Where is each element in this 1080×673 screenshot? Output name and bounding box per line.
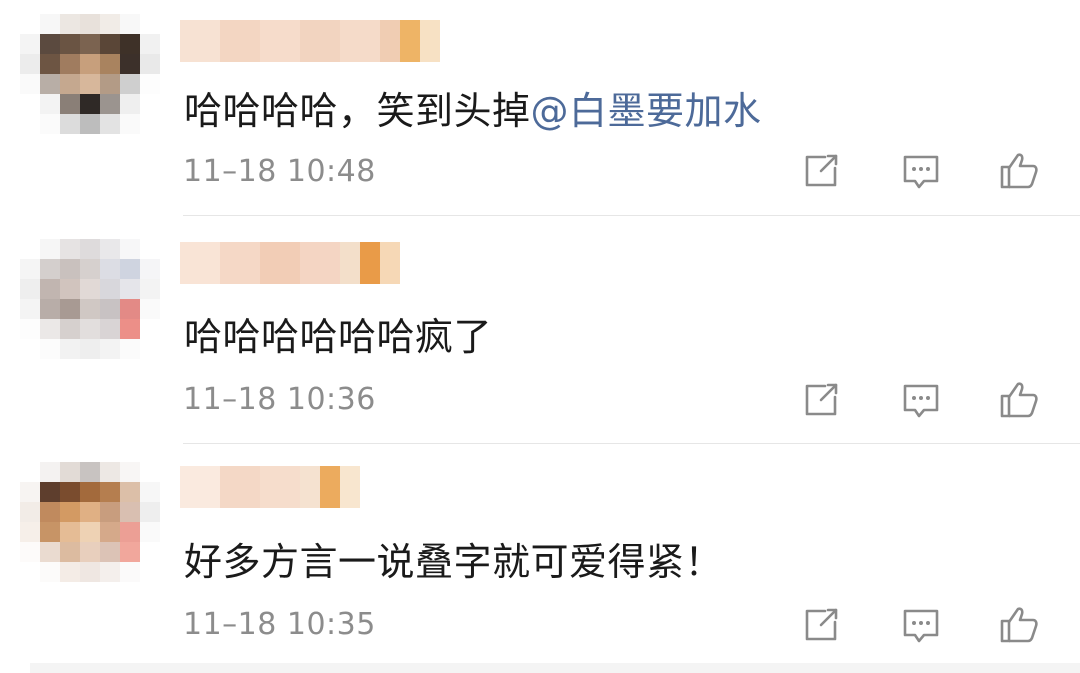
reply-button[interactable] xyxy=(901,606,941,646)
comment-timestamp: 11–18 10:35 xyxy=(183,607,376,642)
reply-button[interactable] xyxy=(901,152,941,192)
like-button[interactable] xyxy=(999,151,1039,191)
comment-icon xyxy=(903,155,939,189)
like-button[interactable] xyxy=(999,605,1039,645)
share-icon xyxy=(805,154,838,187)
comment-icon xyxy=(903,609,939,643)
username-blurred[interactable] xyxy=(180,242,400,284)
avatar[interactable] xyxy=(20,239,160,363)
bottom-divider xyxy=(30,663,1080,673)
comment-text: 哈哈哈哈哈哈疯了 xyxy=(184,306,492,361)
thumbs-up-icon xyxy=(1000,153,1038,189)
comment-timestamp: 11–18 10:48 xyxy=(183,154,376,189)
comment-body: 好多方言一说叠字就可爱得紧！ xyxy=(184,540,724,584)
reply-button[interactable] xyxy=(901,381,941,421)
comment-icon xyxy=(903,384,939,418)
share-icon xyxy=(805,383,838,416)
comment-text: 好多方言一说叠字就可爱得紧！ xyxy=(184,531,723,586)
divider xyxy=(183,215,1080,216)
user-mention-link[interactable]: @白墨要加水 xyxy=(531,89,762,133)
like-button[interactable] xyxy=(999,380,1039,420)
username-blurred[interactable] xyxy=(180,466,360,508)
comment-body: 哈哈哈哈哈哈疯了 xyxy=(184,315,493,359)
avatar[interactable] xyxy=(20,14,160,138)
share-button[interactable] xyxy=(801,380,841,420)
comment-timestamp: 11–18 10:36 xyxy=(183,382,376,417)
divider xyxy=(183,443,1080,444)
thumbs-up-icon xyxy=(1000,382,1038,418)
comment-body: 哈哈哈哈，笑到头掉 xyxy=(184,89,531,133)
share-button[interactable] xyxy=(801,605,841,645)
comment-text: 哈哈哈哈，笑到头掉@白墨要加水 xyxy=(184,80,762,135)
share-button[interactable] xyxy=(801,151,841,191)
username-blurred[interactable] xyxy=(180,20,440,62)
share-icon xyxy=(805,608,838,641)
avatar[interactable] xyxy=(20,462,160,586)
thumbs-up-icon xyxy=(1000,607,1038,643)
